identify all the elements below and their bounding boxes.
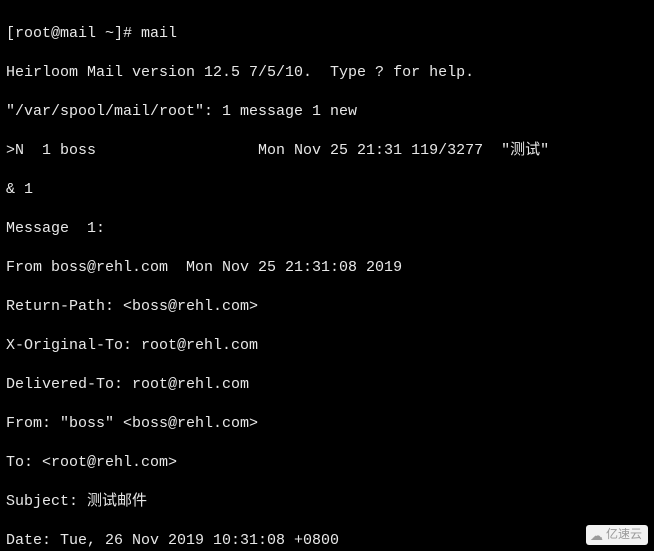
header-delivered-to: Delivered-To: root@rehl.com — [6, 375, 648, 395]
cloud-icon: ☁ — [590, 529, 603, 542]
message-list-row: >N 1 boss Mon Nov 25 21:31 119/3277 "测试" — [6, 141, 648, 161]
header-date: Date: Tue, 26 Nov 2019 10:31:08 +0800 — [6, 531, 648, 551]
watermark-badge: ☁ 亿速云 — [586, 525, 648, 545]
header-return-path: Return-Path: <boss@rehl.com> — [6, 297, 648, 317]
header-from-envelope: From boss@rehl.com Mon Nov 25 21:31:08 2… — [6, 258, 648, 278]
header-from: From: "boss" <boss@rehl.com> — [6, 414, 648, 434]
terminal-output[interactable]: [root@mail ~]# mail Heirloom Mail versio… — [0, 0, 654, 551]
watermark-text: 亿速云 — [606, 527, 642, 543]
header-subject: Subject: 测试邮件 — [6, 492, 648, 512]
output-line: Heirloom Mail version 12.5 7/5/10. Type … — [6, 63, 648, 83]
prompt-line: [root@mail ~]# mail — [6, 24, 648, 44]
mail-prompt-input: & 1 — [6, 180, 648, 200]
command-entered: mail — [141, 25, 177, 42]
header-x-original-to: X-Original-To: root@rehl.com — [6, 336, 648, 356]
message-header: Message 1: — [6, 219, 648, 239]
output-line: "/var/spool/mail/root": 1 message 1 new — [6, 102, 648, 122]
shell-prompt: [root@mail ~]# — [6, 25, 141, 42]
header-to: To: <root@rehl.com> — [6, 453, 648, 473]
